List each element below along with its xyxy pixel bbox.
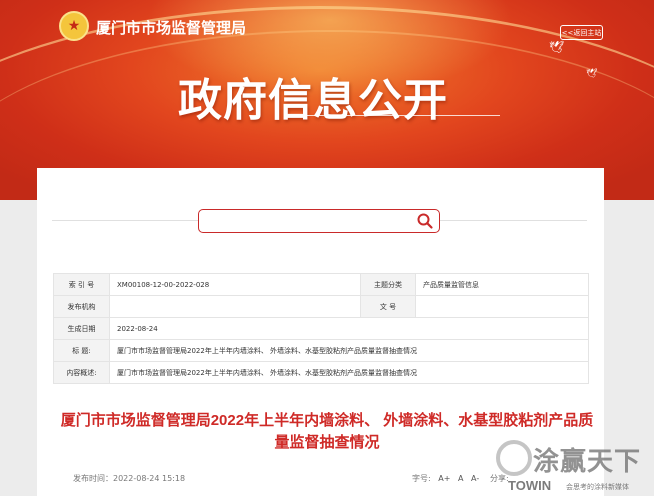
watermark-slogan: 会思考的涂料新媒体 <box>566 483 629 491</box>
title-underline <box>290 115 500 116</box>
info-table: 索 引 号 XM00108-12-00-2022-028 主题分类 产品质量监管… <box>53 273 589 384</box>
table-row: 内容概述: 厦门市市场监督管理局2022年上半年内墙涂料、 外墙涂料、水基型胶粘… <box>53 361 589 384</box>
table-key: 生成日期 <box>53 317 110 340</box>
watermark-text: 涂赢天下 <box>533 447 642 477</box>
search-icon[interactable] <box>416 212 434 230</box>
table-key: 内容概述: <box>53 361 110 384</box>
table-value <box>415 295 589 318</box>
table-key: 发布机构 <box>53 295 110 318</box>
divider <box>440 220 587 221</box>
search-box <box>198 209 440 233</box>
table-row: 生成日期 2022-08-24 <box>53 317 589 340</box>
table-value: XM00108-12-00-2022-028 <box>109 273 361 296</box>
table-value: 产品质量监管信息 <box>415 273 589 296</box>
table-key: 标 题: <box>53 339 110 362</box>
font-default-button[interactable]: A <box>458 474 463 483</box>
table-key: 索 引 号 <box>53 273 110 296</box>
table-value: 厦门市市场监督管理局2022年上半年内墙涂料、 外墙涂料、水基型胶粘剂产品质量监… <box>109 339 589 362</box>
table-value: 2022-08-24 <box>109 317 589 340</box>
font-increase-button[interactable]: A+ <box>438 474 450 483</box>
table-key: 文 号 <box>360 295 416 318</box>
table-row: 索 引 号 XM00108-12-00-2022-028 主题分类 产品质量监管… <box>53 273 589 296</box>
divider <box>52 220 198 221</box>
table-key: 主题分类 <box>360 273 416 296</box>
dove-icon: 🕊 <box>586 69 598 79</box>
table-value: 厦门市市场监督管理局2022年上半年内墙涂料、 外墙涂料、水基型胶粘剂产品质量监… <box>109 361 589 384</box>
font-size-label: 字号: <box>412 474 431 483</box>
watermark-logo-icon <box>496 440 532 476</box>
font-size-control: 字号: A+ A A- <box>412 473 479 484</box>
site-name[interactable]: 厦门市市场监督管理局 <box>96 17 246 38</box>
watermark-brand: TOWIN <box>508 478 552 493</box>
table-row: 发布机构 文 号 <box>53 295 589 318</box>
dove-icon: 🕊 <box>549 40 565 54</box>
search-input[interactable] <box>203 212 407 232</box>
publish-time: 发布时间：2022-08-24 15:18 <box>73 474 186 483</box>
back-to-main-button[interactable]: <<返回主站 <box>560 25 603 40</box>
table-value <box>109 295 361 318</box>
page-title: 政府信息公开 <box>178 76 448 125</box>
share-label[interactable]: 分享: <box>490 473 509 484</box>
font-decrease-button[interactable]: A- <box>471 474 479 483</box>
table-row: 标 题: 厦门市市场监督管理局2022年上半年内墙涂料、 外墙涂料、水基型胶粘剂… <box>53 339 589 362</box>
national-emblem-icon: ★ <box>59 11 89 41</box>
